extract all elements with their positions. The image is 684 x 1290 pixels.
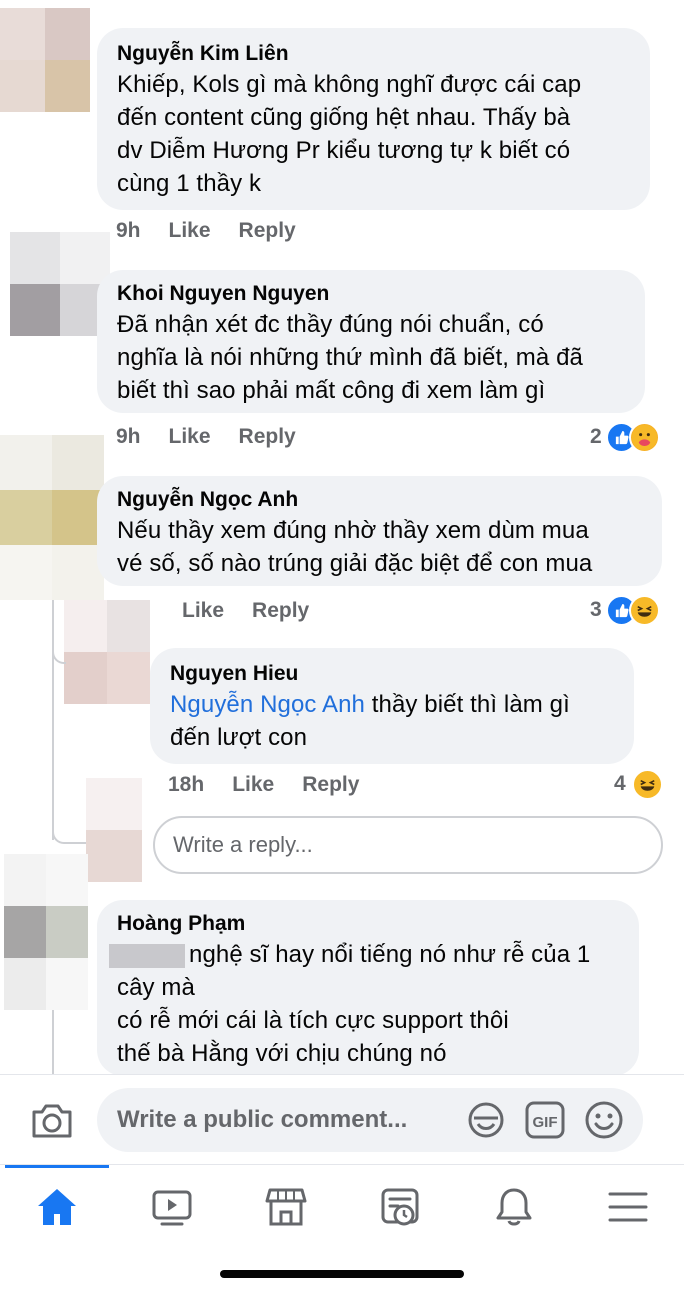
reply-button[interactable]: Reply <box>239 219 296 243</box>
like-button[interactable]: Like <box>232 773 274 797</box>
reply-actions: 18h Like Reply <box>168 770 359 800</box>
like-button[interactable]: Like <box>182 599 224 623</box>
avatar[interactable] <box>0 8 90 112</box>
menu-icon[interactable] <box>604 1183 652 1231</box>
avatar <box>86 778 142 882</box>
reaction-count: 2 <box>590 425 602 448</box>
sticker-icon[interactable] <box>466 1100 506 1140</box>
reaction-summary[interactable]: 3 <box>590 593 660 627</box>
gif-icon[interactable]: GIF <box>525 1101 565 1139</box>
reply-connector <box>52 820 86 844</box>
thread-line <box>52 1010 54 1074</box>
comment-author[interactable]: Nguyễn Kim Liên <box>117 40 632 68</box>
haha-icon <box>631 768 663 800</box>
write-reply-input[interactable]: Write a reply... <box>153 816 663 874</box>
like-button[interactable]: Like <box>169 425 211 449</box>
reply-connector <box>52 640 66 664</box>
comment-bubble: Hoàng Phạm nghệ sĩ hay nổi tiếng nó như … <box>97 900 639 1076</box>
avatar[interactable] <box>10 232 110 336</box>
news-icon[interactable] <box>376 1183 424 1231</box>
reply-button[interactable]: Reply <box>252 599 309 623</box>
marketplace-icon[interactable] <box>262 1183 310 1231</box>
reaction-summary[interactable]: 4 <box>614 767 663 801</box>
comment-actions: Like Reply <box>182 596 309 626</box>
comment-text: Khiếp, Kols gì mà không nghĩ được cái ca… <box>117 71 582 197</box>
active-tab-indicator <box>5 1165 109 1168</box>
comment-text: nghệ sĩ hay nổi tiếng nó như rễ của 1 câ… <box>109 938 621 1070</box>
reply-author[interactable]: Nguyen Hieu <box>170 660 616 688</box>
reply-time: 18h <box>168 773 205 796</box>
comment-author[interactable]: Khoi Nguyen Nguyen <box>117 280 627 308</box>
comment-actions: 9h Like Reply <box>116 216 296 246</box>
svg-text:GIF: GIF <box>533 1114 558 1131</box>
video-icon[interactable] <box>148 1183 196 1231</box>
like-button[interactable]: Like <box>169 219 211 243</box>
tab-bar <box>0 1164 684 1247</box>
reply-button[interactable]: Reply <box>239 425 296 449</box>
avatar[interactable] <box>4 854 88 1010</box>
comment-input-placeholder: Write a public comment... <box>117 1106 408 1133</box>
comment-text: Đã nhận xét đc thầy đúng nói chuẩn, có n… <box>117 311 583 404</box>
comment-bubble: Khoi Nguyen Nguyen Đã nhận xét đc thầy đ… <box>97 270 645 413</box>
mention-link[interactable]: Nguyễn Ngọc Anh <box>170 691 365 718</box>
reaction-summary[interactable]: 2 <box>590 420 660 454</box>
comment-time: 9h <box>116 425 141 448</box>
notifications-icon[interactable] <box>490 1183 538 1231</box>
emoji-icon[interactable] <box>584 1100 624 1140</box>
avatar[interactable] <box>0 435 104 600</box>
home-indicator[interactable] <box>220 1270 464 1278</box>
reply-button[interactable]: Reply <box>302 773 359 797</box>
reaction-count: 3 <box>590 598 602 621</box>
comment-bubble: Nguyễn Ngọc Anh Nếu thầy xem đúng nhờ th… <box>97 476 662 586</box>
comment-bubble: Nguyễn Kim Liên Khiếp, Kols gì mà không … <box>97 28 650 210</box>
redacted-text <box>109 943 185 968</box>
camera-icon[interactable] <box>30 1100 74 1140</box>
reply-text: Nguyễn Ngọc Anh thầy biết thì làm gì đến… <box>170 691 570 751</box>
comment-text: Nếu thầy xem đúng nhờ thầy xem dùm mua v… <box>117 517 593 577</box>
comment-actions: 9h Like Reply <box>116 422 296 452</box>
reaction-count: 4 <box>614 772 626 795</box>
home-icon[interactable] <box>33 1183 81 1231</box>
comment-time: 9h <box>116 219 141 242</box>
reply-bubble: Nguyen Hieu Nguyễn Ngọc Anh thầy biết th… <box>150 648 634 764</box>
comment-composer-bar: Write a public comment... GIF <box>0 1074 684 1165</box>
thread-line <box>52 600 54 840</box>
haha-icon <box>628 594 660 626</box>
avatar[interactable] <box>64 600 150 704</box>
care-icon <box>628 421 660 453</box>
comment-author[interactable]: Nguyễn Ngọc Anh <box>117 486 644 514</box>
comment-author[interactable]: Hoàng Phạm <box>117 910 621 938</box>
